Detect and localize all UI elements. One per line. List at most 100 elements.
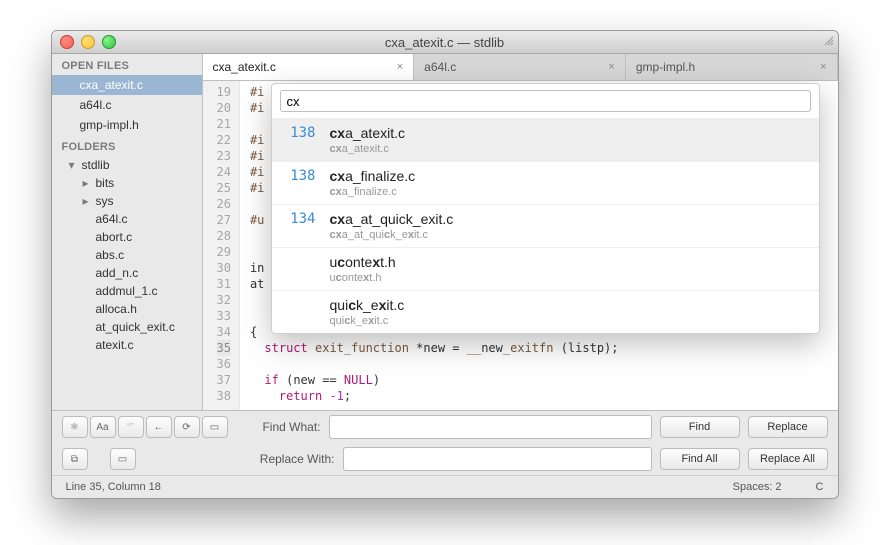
code-line[interactable]: return -1; [250,388,619,404]
replace-input[interactable] [343,447,652,471]
line-number: 24 [217,164,231,180]
goto-results: 138 cxa_atexit.c cxa_atexit.c 138 cxa_finali… [272,118,819,333]
line-number: 31 [217,276,231,292]
syntax-indicator[interactable]: C [816,481,824,493]
match-path: cxa_atexit.c [330,143,406,155]
match-filename: cxa_at_quick_exit.c [330,211,454,227]
file-item[interactable]: alloca.h [92,300,202,318]
indent-indicator[interactable]: Spaces: 2 [733,481,782,493]
whole-word-toggle[interactable]: “” [118,416,144,438]
line-number: 26 [217,196,231,212]
case-toggle[interactable]: Aa [90,416,116,438]
status-bar: Line 35, Column 18 Spaces: 2 C [52,475,838,498]
close-icon[interactable] [60,35,74,49]
line-number: 29 [217,244,231,260]
match-score: 138 [286,168,316,184]
titlebar[interactable]: cxa_atexit.c — stdlib [52,31,838,54]
match-filename: cxa_finalize.c [330,168,416,184]
sidebar: OPEN FILES cxa_atexit.ca64l.cgmp-impl.h … [52,54,203,410]
find-all-button[interactable]: Find All [660,448,740,470]
file-item[interactable]: abs.c [92,246,202,264]
line-number: 20 [217,100,231,116]
chevron-down-icon: ▾ [68,158,76,172]
close-tab-icon[interactable]: × [820,61,826,73]
maximize-icon[interactable] [824,35,834,49]
tab[interactable]: gmp-impl.h × [626,54,838,80]
zoom-icon[interactable] [102,35,116,49]
open-file-item[interactable]: gmp-impl.h [52,115,202,135]
find-input[interactable] [329,415,652,439]
goto-result[interactable]: ucontext.hucontext.h [272,247,819,290]
folder-root[interactable]: ▾ stdlib [64,156,202,174]
replace-button[interactable]: Replace [748,416,828,438]
folder-item[interactable]: ▸ bits [78,174,202,192]
line-number: 21 [217,116,231,132]
goto-input[interactable] [280,90,811,112]
line-number: 38 [217,388,231,404]
close-tab-icon[interactable]: × [397,61,403,73]
open-file-item[interactable]: cxa_atexit.c [52,75,202,95]
close-tab-icon[interactable]: × [608,61,614,73]
file-item[interactable]: add_n.c [92,264,202,282]
line-number: 25 [217,180,231,196]
goto-result[interactable]: 138 cxa_atexit.c cxa_atexit.c [272,118,819,161]
goto-result[interactable]: quick_exit.c quick_exit.c [272,290,819,333]
minimize-icon[interactable] [81,35,95,49]
tab[interactable]: cxa_atexit.c× [203,54,415,80]
find-replace-panel: ✱ Aa “” ← ⟳ ▭ Find What: Find Replace ⧉ … [52,410,838,475]
chevron-right-icon: ▸ [82,194,90,208]
match-filename: quick_exit.c [330,297,405,313]
match-filename: cxa_atexit.c [330,125,406,141]
prev-match-button[interactable]: ← [146,416,172,438]
line-number: 23 [217,148,231,164]
file-item[interactable]: a64l.c [92,210,202,228]
find-label: Find What: [236,420,321,434]
folder-label: sys [96,194,114,208]
line-number: 33 [217,308,231,324]
code-line[interactable] [250,356,619,372]
folder-label: stdlib [82,158,110,172]
code-line[interactable]: if (new == NULL) [250,372,619,388]
in-selection-toggle[interactable]: ▭ [202,416,228,438]
code-line[interactable]: struct exit_function *new = __new_exitfn… [250,340,619,356]
file-item[interactable]: abort.c [92,228,202,246]
goto-anything-panel: 138 cxa_atexit.c cxa_atexit.c 138 cxa_finali… [271,83,820,334]
find-button[interactable]: Find [660,416,740,438]
line-number: 34 [217,324,231,340]
line-number: 27 [217,212,231,228]
match-path: cxa_at_quick_exit.c [330,229,454,241]
regex-toggle[interactable]: ✱ [62,416,88,438]
file-item[interactable]: atexit.c [92,336,202,354]
traffic-lights [60,35,116,49]
line-number: 35 [217,340,231,356]
line-number: 19 [217,84,231,100]
line-number: 32 [217,292,231,308]
editor-window: cxa_atexit.c — stdlib OPEN FILES cxa_ate… [51,30,839,499]
highlight-toggle[interactable]: ▭ [110,448,136,470]
line-number: 37 [217,372,231,388]
line-number: 28 [217,228,231,244]
folders-heading: FOLDERS [52,135,202,156]
replace-all-button[interactable]: Replace All [748,448,828,470]
preserve-case-toggle[interactable]: ⧉ [62,448,88,470]
tab-label: gmp-impl.h [636,60,695,74]
chevron-right-icon: ▸ [82,176,90,190]
folder-label: bits [96,176,115,190]
folder-item[interactable]: ▸ sys [78,192,202,210]
match-path: quick_exit.c [330,315,405,327]
file-item[interactable]: addmul_1.c [92,282,202,300]
match-score: 134 [286,211,316,227]
editor-area: cxa_atexit.c×a64l.c×gmp-impl.h× 19202122… [203,54,838,410]
goto-result[interactable]: 134 cxa_at_quick_exit.c cxa_at_quick_exit.… [272,204,819,247]
tab[interactable]: a64l.c × [414,54,626,80]
tab-bar: cxa_atexit.c× a64l.c × gmp-impl.h × [203,54,838,81]
match-path: cxa_finalize.c [330,186,416,198]
goto-result[interactable]: 138 cxa_finalize.c cxa_finalize.c [272,161,819,204]
tab-label: a64l.c [424,60,456,74]
wrap-toggle[interactable]: ⟳ [174,416,200,438]
match-score: 138 [286,125,316,141]
line-gutter: 1920212223242526272829303132333435363738 [203,81,240,410]
file-item[interactable]: at_quick_exit.c [92,318,202,336]
line-number: 22 [217,132,231,148]
open-file-item[interactable]: a64l.c [52,95,202,115]
